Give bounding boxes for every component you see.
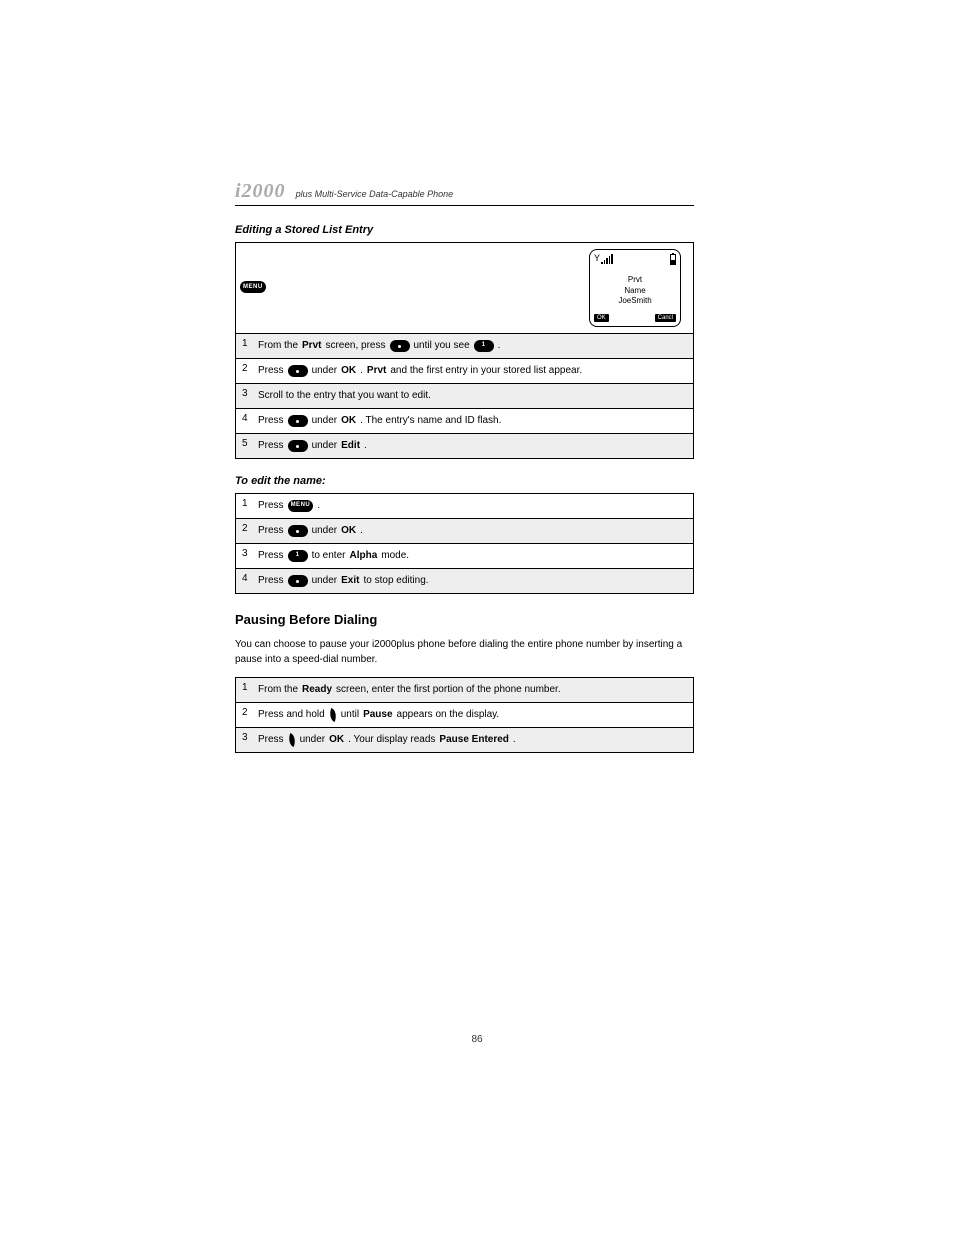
phone-screen-text: Prvt Name JoeSmith <box>594 268 676 314</box>
step-text: Press under Exit to stop editing. <box>258 573 687 589</box>
table-row: 4 Press under Exit to stop editing. <box>236 568 693 593</box>
phone-screen-illustration: Y Prvt Name JoeSmith OK Cancl <box>589 249 681 327</box>
step-text: Press under OK. Prvt and the first entry… <box>258 363 687 379</box>
table-row: 3 Press under OK. Your display reads Pau… <box>236 727 693 752</box>
one-button-icon: 1 <box>474 340 494 352</box>
table-display-row: MENU Y Prvt Name JoeSmith <box>236 243 693 333</box>
signal-bars-icon <box>601 254 613 264</box>
dot-button-icon <box>390 340 410 352</box>
step-text: Press under Edit. <box>258 438 687 454</box>
table-row: 4 Press under OK. The entry's name and I… <box>236 408 693 433</box>
step-text: Press and hold until Pause appears on th… <box>258 707 687 723</box>
page-header: i2000 plus Multi-Service Data-Capable Ph… <box>235 180 694 206</box>
subheading-pausing: Pausing Before Dialing <box>235 612 694 627</box>
dot-button-icon <box>288 365 308 377</box>
softkey-right: Cancl <box>655 314 676 322</box>
one-button-icon: 1 <box>288 550 308 562</box>
dot-button-icon <box>288 575 308 587</box>
section-title-edit-entry: Editing a Stored List Entry <box>235 224 694 236</box>
step-text: Press under OK. Your display reads Pause… <box>258 732 687 748</box>
table-row: 3 Scroll to the entry that you want to e… <box>236 383 693 408</box>
body-paragraph: You can choose to pause your i2000plus p… <box>235 637 694 667</box>
table-row: 1 Press MENU. <box>236 494 693 518</box>
table-row: 1 From the Prvt screen, press until you … <box>236 333 693 358</box>
section-title-edit-name: To edit the name: <box>235 475 694 487</box>
dot-button-icon <box>288 415 308 427</box>
table-row: 2 Press under OK. <box>236 518 693 543</box>
leaf-icon <box>286 733 298 747</box>
edit-name-steps-table: 1 Press MENU. 2 Press under OK. 3 Press … <box>235 493 694 594</box>
menu-button-icon: MENU <box>240 281 266 293</box>
dot-button-icon <box>288 525 308 537</box>
battery-icon <box>670 254 676 265</box>
header-title: plus Multi-Service Data-Capable Phone <box>296 189 454 199</box>
table-row: 3 Press 1 to enter Alpha mode. <box>236 543 693 568</box>
leaf-icon <box>327 708 339 722</box>
table-row: 2 Press under OK. Prvt and the first ent… <box>236 358 693 383</box>
page-number: 86 <box>471 1034 482 1045</box>
antenna-icon: Y <box>594 254 600 263</box>
table-row: 1 From the Ready screen, enter the first… <box>236 678 693 702</box>
pause-dial-steps-table: 1 From the Ready screen, enter the first… <box>235 677 694 753</box>
menu-button-icon: MENU <box>288 500 314 512</box>
step-text: Press MENU. <box>258 498 687 514</box>
dot-button-icon <box>288 440 308 452</box>
step-text: From the Ready screen, enter the first p… <box>258 682 687 698</box>
edit-entry-steps-table: MENU Y Prvt Name JoeSmith <box>235 242 694 459</box>
step-text: From the Prvt screen, press until you se… <box>258 338 687 354</box>
display-instruction: MENU <box>240 281 266 295</box>
table-row: 5 Press under Edit. <box>236 433 693 458</box>
step-text: Press 1 to enter Alpha mode. <box>258 548 687 564</box>
step-text: Press under OK. The entry's name and ID … <box>258 413 687 429</box>
table-row: 2 Press and hold until Pause appears on … <box>236 702 693 727</box>
step-text: Press under OK. <box>258 523 687 539</box>
softkey-left: OK <box>594 314 609 322</box>
step-text: Scroll to the entry that you want to edi… <box>258 388 687 404</box>
product-logo: i2000 <box>235 180 286 203</box>
